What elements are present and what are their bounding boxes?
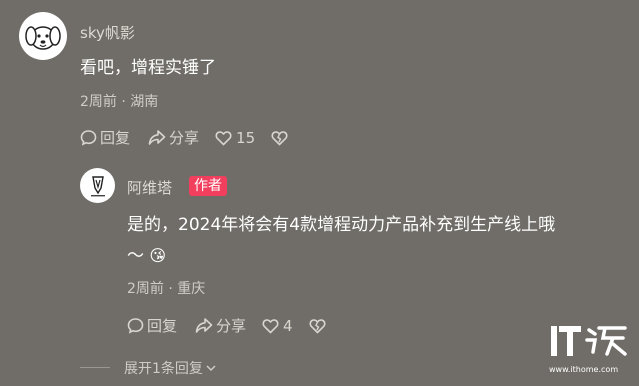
share-button[interactable]: 分享 <box>148 127 199 148</box>
comment-location: 湖南 <box>130 94 159 110</box>
chevron-down-icon <box>206 365 216 372</box>
like-button[interactable]: 15 <box>215 129 255 147</box>
reply-dislike-button[interactable] <box>309 318 326 334</box>
reply-icon <box>80 130 97 146</box>
expand-divider <box>80 367 110 368</box>
watermark-url: www.ithome.com <box>549 365 619 374</box>
comment-time: 2周前 <box>80 94 117 110</box>
reply-text-line2: ～ 😘 <box>127 241 166 271</box>
ithome-watermark: www.ithome.com <box>549 322 629 374</box>
reply-actions: 回复 分享 4 <box>127 315 326 336</box>
author-badge: 作者 <box>189 176 227 196</box>
reply-label: 回复 <box>147 317 178 335</box>
reply-like-button[interactable]: 4 <box>262 317 293 335</box>
reply-time: 2周前 <box>127 281 164 297</box>
share-icon <box>148 130 166 145</box>
ithome-logo-icon <box>551 326 627 356</box>
comment-text: 看吧，增程实锤了 <box>80 58 216 78</box>
comment-meta: 2周前 · 湖南 <box>80 91 158 111</box>
reply-share-button[interactable]: 分享 <box>195 315 246 336</box>
heart-icon <box>262 318 279 333</box>
reply-meta: 2周前 · 重庆 <box>127 278 205 298</box>
puppy-avatar-icon <box>25 26 61 50</box>
meta-separator: · <box>168 281 178 297</box>
like-count: 4 <box>283 316 293 335</box>
reply-text-line1: 是的，2024年将会有4款增程动力产品补充到生产线上哦 <box>127 215 556 235</box>
reply-icon <box>127 318 144 334</box>
reply-label: 回复 <box>100 129 131 147</box>
kiss-emoji-icon: 😘 <box>149 246 167 265</box>
commenter-username[interactable]: sky帆影 <box>80 22 135 43</box>
heart-icon <box>215 130 232 145</box>
dislike-button[interactable] <box>271 130 288 146</box>
share-label: 分享 <box>216 317 247 335</box>
comment-actions: 回复 分享 15 <box>80 127 288 148</box>
broken-heart-icon <box>309 318 326 333</box>
reply-button[interactable]: 回复 <box>80 127 130 148</box>
avatr-logo-icon <box>90 175 105 196</box>
share-icon <box>195 318 213 333</box>
commenter-avatar[interactable] <box>19 12 67 60</box>
reply-reply-button[interactable]: 回复 <box>127 315 177 336</box>
expand-replies-button[interactable]: 展开1条回复 <box>124 358 217 378</box>
tilde-text: ～ <box>127 246 144 266</box>
broken-heart-icon <box>271 130 288 145</box>
reply-location: 重庆 <box>177 281 206 297</box>
author-avatar[interactable] <box>80 168 115 203</box>
like-count: 15 <box>236 128 256 147</box>
expand-replies-label: 展开1条回复 <box>124 361 203 377</box>
meta-separator: · <box>121 94 131 110</box>
author-username[interactable]: 阿维塔 <box>127 177 172 198</box>
share-label: 分享 <box>169 129 200 147</box>
